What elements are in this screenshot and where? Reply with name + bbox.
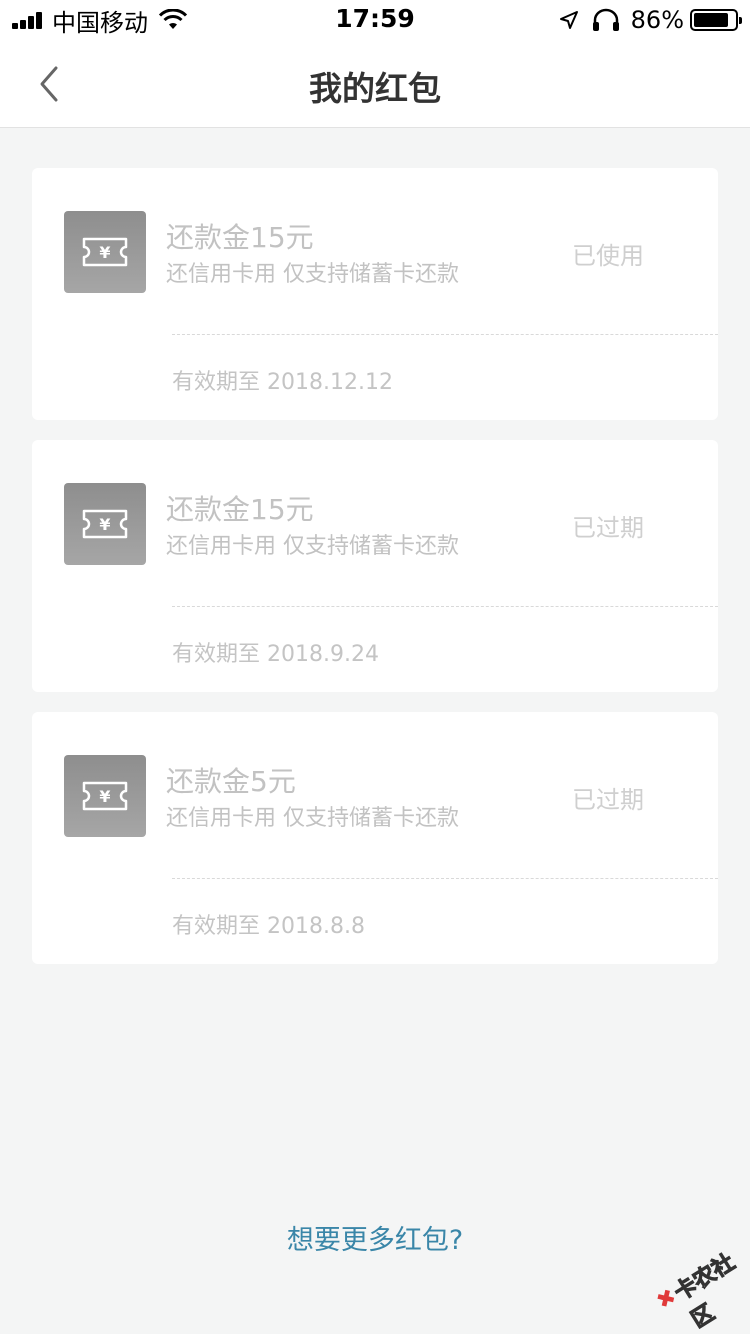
coupon-title: 还款金15元 xyxy=(166,493,314,526)
coupon-status: 已过期 xyxy=(572,514,644,542)
battery-cap xyxy=(739,17,742,24)
svg-text:¥: ¥ xyxy=(99,515,110,534)
coupon-icon: ¥ xyxy=(64,483,146,565)
location-arrow-icon xyxy=(559,11,578,29)
coupon-card[interactable]: ¥ 还款金5元 还信用卡用 仅支持储蓄卡还款 已过期 有效期至 2018.8.8 xyxy=(32,712,718,964)
coupon-status: 已过期 xyxy=(572,786,644,814)
coupon-expiry: 有效期至 2018.8.8 xyxy=(172,914,365,939)
svg-text:¥: ¥ xyxy=(99,243,110,262)
headphones-icon xyxy=(592,8,619,31)
battery-percent: 86% xyxy=(630,6,684,34)
page-title: 我的红包 xyxy=(309,69,441,108)
svg-text:¥: ¥ xyxy=(99,787,110,806)
battery-fill xyxy=(694,13,729,27)
coupon-status: 已使用 xyxy=(572,242,644,270)
coupon-title: 还款金5元 xyxy=(166,765,296,798)
ticket-yen-icon: ¥ xyxy=(82,509,128,539)
coupon-description: 还信用卡用 仅支持储蓄卡还款 xyxy=(166,534,459,559)
ticket-yen-icon: ¥ xyxy=(82,237,128,267)
status-bar: 中国移动 17:59 86% xyxy=(0,0,750,40)
coupon-title: 还款金15元 xyxy=(166,221,314,254)
battery-icon xyxy=(690,9,742,31)
ticket-yen-icon: ¥ xyxy=(82,781,128,811)
coupon-icon: ¥ xyxy=(64,755,146,837)
watermark-text: 卡农社区 xyxy=(670,1249,740,1334)
coupon-description: 还信用卡用 仅支持储蓄卡还款 xyxy=(166,262,459,287)
card-divider xyxy=(172,878,718,879)
nav-bar: 我的红包 xyxy=(0,40,750,128)
card-divider xyxy=(172,334,718,335)
coupon-icon: ¥ xyxy=(64,211,146,293)
card-divider xyxy=(172,606,718,607)
coupon-expiry: 有效期至 2018.12.12 xyxy=(172,370,393,395)
coupon-card[interactable]: ¥ 还款金15元 还信用卡用 仅支持储蓄卡还款 已使用 有效期至 2018.12… xyxy=(32,168,718,420)
coupon-description: 还信用卡用 仅支持储蓄卡还款 xyxy=(166,806,459,831)
status-right: 86% xyxy=(559,6,742,34)
coupon-card[interactable]: ¥ 还款金15元 还信用卡用 仅支持储蓄卡还款 已过期 有效期至 2018.9.… xyxy=(32,440,718,692)
coupon-expiry: 有效期至 2018.9.24 xyxy=(172,642,379,667)
more-red-packets-link[interactable]: 想要更多红包? xyxy=(0,1218,750,1257)
